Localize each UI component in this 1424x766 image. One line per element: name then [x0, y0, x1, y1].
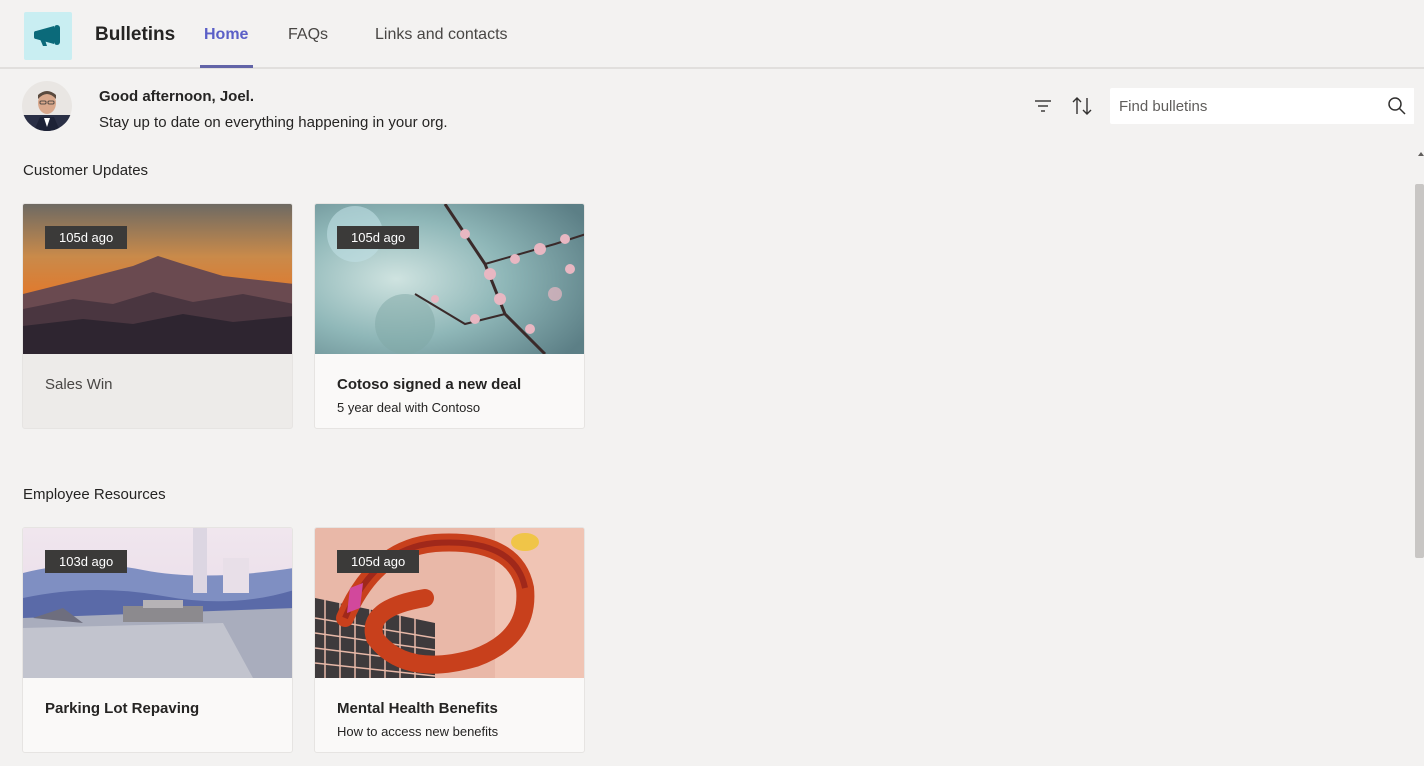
- greeting-subtitle: Stay up to date on everything happening …: [99, 114, 448, 131]
- section-title-customer-updates: Customer Updates: [23, 162, 149, 179]
- search-icon[interactable]: [1387, 96, 1407, 116]
- search-box: [1110, 88, 1415, 124]
- scroll-up-arrow-icon[interactable]: [1418, 152, 1424, 156]
- card-age-badge: 105d ago: [45, 226, 128, 249]
- section-title-employee-resources: Employee Resources: [23, 486, 166, 503]
- filter-button[interactable]: [1030, 93, 1056, 119]
- card-age-badge: 105d ago: [337, 226, 420, 249]
- tab-faqs[interactable]: FAQs: [288, 26, 328, 44]
- greeting-title: Good afternoon, Joel.: [99, 88, 255, 105]
- card-title: Mental Health Benefits: [337, 700, 498, 717]
- card-title: Cotoso signed a new deal: [337, 376, 522, 393]
- scrollbar-thumb[interactable]: [1415, 184, 1424, 558]
- card-subtitle: 5 year deal with Contoso: [337, 400, 481, 415]
- app-title: Bulletins: [95, 24, 176, 45]
- bulletin-card-sales-win[interactable]: 105d ago Sales Win: [22, 203, 293, 429]
- top-nav-bar: Bulletins Home FAQs Links and contacts: [0, 0, 1424, 69]
- sort-icon: [1072, 97, 1092, 115]
- bulletin-card-cotoso-deal[interactable]: 105d ago Cotoso signed a new deal 5 year…: [314, 203, 585, 429]
- bulletin-card-mental-health[interactable]: 105d ago Mental Health Benefits How to a…: [314, 527, 585, 753]
- card-title: Parking Lot Repaving: [45, 700, 200, 717]
- tab-links-and-contacts[interactable]: Links and contacts: [375, 26, 508, 44]
- tab-home[interactable]: Home: [204, 26, 248, 44]
- card-title: Sales Win: [45, 376, 113, 393]
- card-subtitle: How to access new benefits: [337, 724, 499, 739]
- active-tab-indicator: [200, 65, 253, 68]
- megaphone-icon: [34, 25, 60, 46]
- filter-icon: [1035, 100, 1051, 112]
- card-age-badge: 105d ago: [337, 550, 420, 573]
- app-logo: [24, 12, 72, 60]
- search-input[interactable]: [1110, 88, 1380, 124]
- bulletin-card-parking-lot[interactable]: 103d ago Parking Lot Repaving: [22, 527, 293, 753]
- sort-button[interactable]: [1069, 93, 1095, 119]
- avatar[interactable]: [22, 81, 72, 131]
- card-age-badge: 103d ago: [45, 550, 128, 573]
